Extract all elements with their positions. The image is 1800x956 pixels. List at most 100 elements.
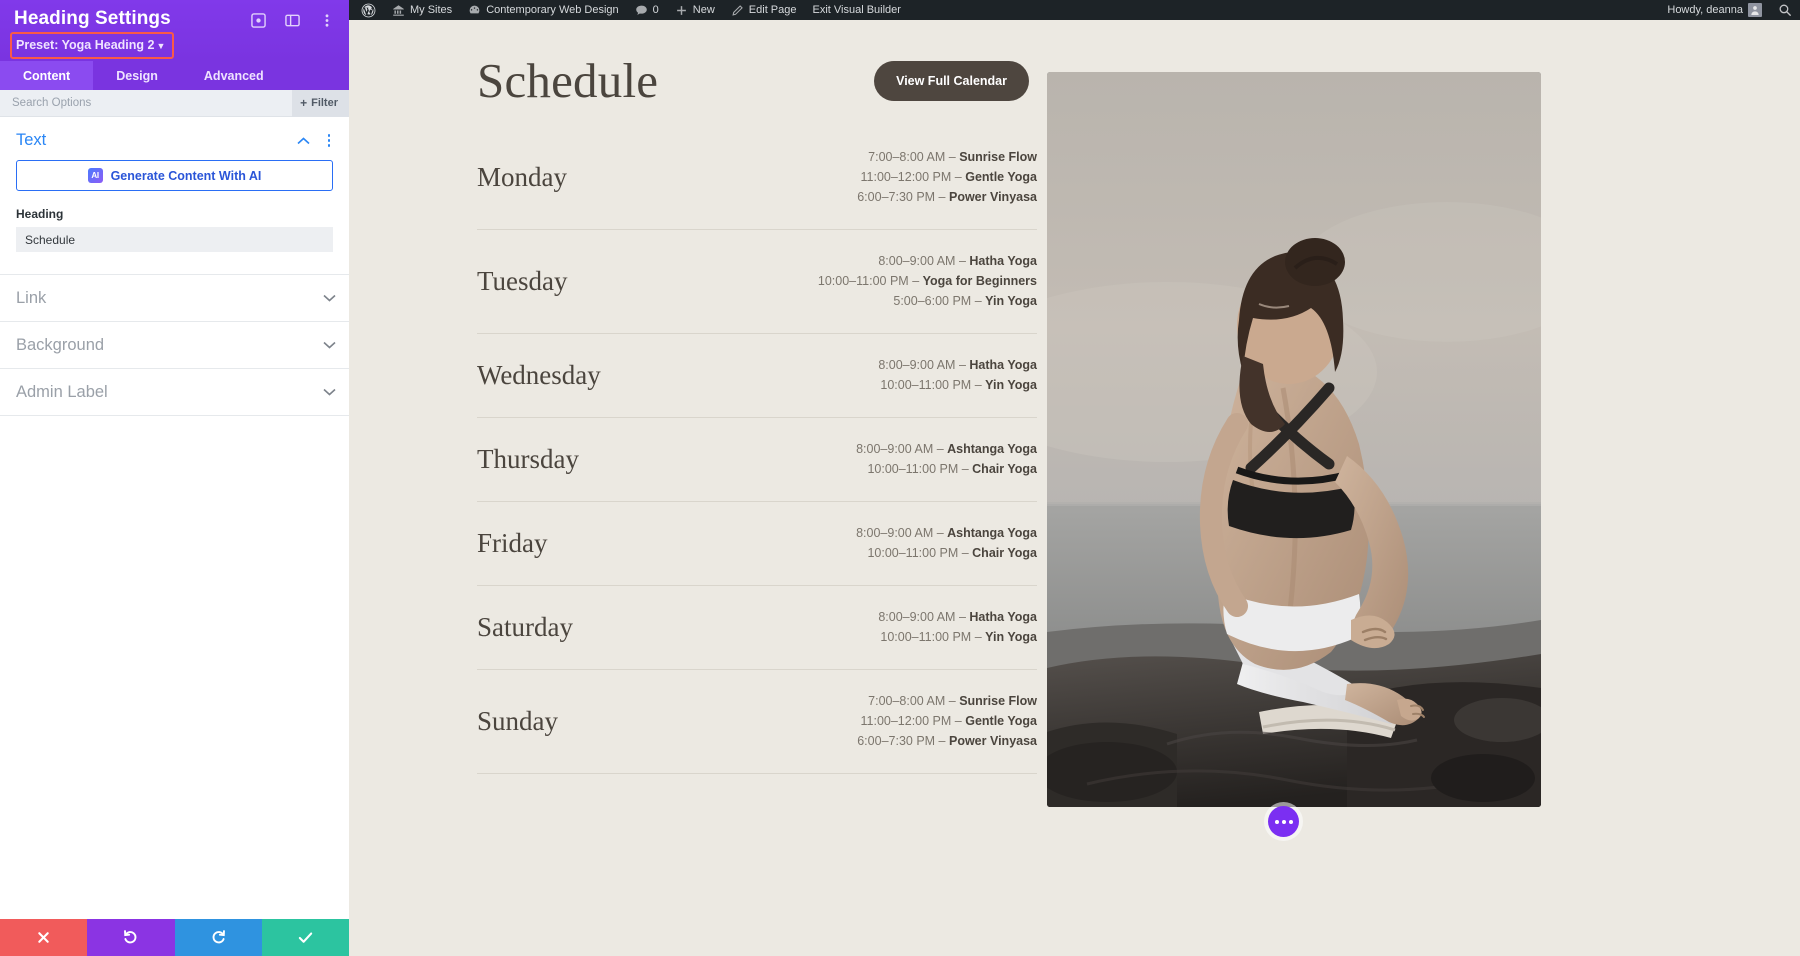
sites-icon [393, 4, 404, 16]
save-changes-button[interactable] [261, 919, 349, 956]
class-name: Yin Yoga [985, 630, 1037, 644]
search-icon [1779, 4, 1791, 16]
day-classes: 8:00–9:00 AM – Hatha Yoga 10:00–11:00 PM… [878, 355, 1037, 395]
section-options-icon[interactable] [321, 134, 337, 147]
class-time: 10:00–11:00 PM [817, 274, 909, 288]
class-name: Chair Yoga [972, 546, 1037, 560]
class-time: 8:00–9:00 AM [878, 254, 956, 268]
section-title-link: Link [16, 288, 47, 307]
view-full-calendar-button[interactable]: View Full Calendar [874, 60, 1029, 101]
admin-bar-new[interactable]: New [667, 0, 723, 20]
class-name: Power Vinyasa [948, 190, 1037, 204]
redo-icon [212, 930, 225, 944]
wordpress-logo-icon[interactable] [353, 0, 384, 20]
ai-button-label: Generate Content With AI [110, 168, 262, 183]
generate-content-with-ai-button[interactable]: AI Generate Content With AI [16, 160, 333, 191]
class-name: Hatha Yoga [969, 358, 1037, 372]
admin-bar-edit-page-label: Edit Page [748, 4, 797, 16]
class-name: Yin Yoga [985, 294, 1037, 308]
day-label: Saturday [477, 611, 573, 642]
class-entry: 8:00–9:00 AM – Hatha Yoga [878, 254, 1037, 268]
class-entry: 10:00–11:00 PM – Chair Yoga [867, 462, 1037, 476]
undo-button[interactable] [87, 919, 175, 956]
class-entry: 11:00–12:00 PM – Gentle Yoga [860, 714, 1038, 728]
layout-icon[interactable] [284, 12, 301, 29]
filter-label: Filter [311, 97, 338, 109]
class-time: 7:00–8:00 AM [868, 694, 946, 708]
filter-button[interactable]: + Filter [292, 89, 349, 117]
tab-advanced[interactable]: Advanced [181, 61, 287, 90]
page-title: Schedule [477, 53, 659, 108]
page-canvas: Schedule View Full Calendar Monday 7:00–… [349, 20, 1800, 956]
section-admin-label[interactable]: Admin Label [0, 369, 349, 416]
heading-field-group: Heading [0, 191, 349, 252]
class-name: Gentle Yoga [965, 714, 1037, 728]
class-time: 6:00–7:30 PM [857, 190, 936, 204]
discard-changes-button[interactable] [0, 919, 88, 956]
class-entry: 10:00–11:00 PM – Chair Yoga [867, 546, 1037, 560]
class-time: 7:00–8:00 AM [868, 150, 946, 164]
class-entry: 8:00–9:00 AM – Ashtanga Yoga [856, 526, 1037, 540]
day-label: Wednesday [477, 359, 601, 390]
class-entry: 11:00–12:00 PM – Gentle Yoga [860, 170, 1038, 184]
day-label: Thursday [477, 443, 579, 474]
day-label: Tuesday [477, 265, 568, 296]
class-time: 8:00–9:00 AM [878, 610, 956, 624]
chevron-down-icon [321, 290, 337, 306]
ellipsis-icon [1288, 819, 1293, 824]
kebab-menu-icon[interactable] [318, 12, 335, 29]
schedule-row-sunday: Sunday 7:00–8:00 AM – Sunrise Flow 11:00… [477, 691, 1037, 774]
admin-bar-account[interactable]: Howdy, deanna [1659, 0, 1770, 20]
page-settings-fab-button[interactable] [1268, 806, 1299, 837]
tab-content[interactable]: Content [0, 61, 94, 90]
class-name: Sunrise Flow [959, 150, 1037, 164]
panel-header: Heading Settings Preset: Yoga Heading 2 … [0, 0, 349, 61]
day-label: Monday [477, 161, 567, 192]
panel-tabs: Content Design Advanced [0, 61, 349, 90]
preset-selector[interactable]: Preset: Yoga Heading 2 ▼ [10, 32, 175, 59]
target-icon[interactable] [250, 12, 267, 29]
section-text-header: Text [0, 117, 349, 160]
chevron-down-icon: ▼ [156, 41, 166, 51]
class-entry: 7:00–8:00 AM – Sunrise Flow [868, 694, 1037, 708]
redo-button[interactable] [174, 919, 262, 956]
section-link[interactable]: Link [0, 275, 349, 322]
comment-icon [635, 5, 647, 15]
admin-bar-site-name[interactable]: Contemporary Web Design [460, 0, 626, 20]
admin-bar-new-label: New [692, 4, 715, 16]
admin-bar-site-name-label: Contemporary Web Design [486, 4, 619, 16]
day-label: Friday [477, 527, 548, 558]
admin-bar-edit-page[interactable]: Edit Page [723, 0, 805, 20]
plus-icon: + [300, 96, 308, 110]
day-classes: 7:00–8:00 AM – Sunrise Flow 11:00–12:00 … [857, 147, 1037, 207]
class-entry: 10:00–11:00 PM – Yin Yoga [880, 378, 1037, 392]
chevron-up-icon[interactable] [295, 133, 311, 149]
admin-bar-search[interactable] [1770, 0, 1800, 20]
ai-icon: AI [87, 168, 103, 183]
day-classes: 8:00–9:00 AM – Ashtanga Yoga 10:00–11:00… [856, 439, 1037, 479]
builder-viewport: My Sites Contemporary Web Design 0 New E… [349, 0, 1800, 956]
heading-input[interactable] [16, 227, 333, 252]
day-classes: 8:00–9:00 AM – Hatha Yoga 10:00–11:00 PM… [818, 251, 1037, 311]
class-entry: 6:00–7:30 PM – Power Vinyasa [857, 190, 1037, 204]
section-background[interactable]: Background [0, 322, 349, 369]
section-title-background: Background [16, 335, 105, 354]
admin-bar-exit-visual-builder-label: Exit Visual Builder [812, 4, 901, 16]
search-options-input[interactable] [12, 97, 293, 109]
class-name: Power Vinyasa [948, 734, 1037, 748]
chevron-down-icon [321, 337, 337, 353]
ellipsis-icon [1274, 819, 1279, 824]
admin-bar-my-sites[interactable]: My Sites [384, 0, 460, 20]
yoga-photo [1047, 72, 1541, 807]
tab-design[interactable]: Design [93, 61, 181, 90]
admin-bar-comments-count: 0 [652, 4, 659, 16]
class-time: 11:00–12:00 PM [860, 170, 952, 184]
class-entry: 8:00–9:00 AM – Ashtanga Yoga [856, 442, 1037, 456]
schedule-row-tuesday: Tuesday 8:00–9:00 AM – Hatha Yoga 10:00–… [477, 251, 1037, 334]
admin-bar-comments[interactable]: 0 [627, 0, 667, 20]
section-title-text: Text [16, 131, 47, 149]
admin-bar-exit-visual-builder[interactable]: Exit Visual Builder [805, 0, 909, 20]
dashboard-icon [469, 5, 480, 13]
chevron-down-icon [321, 384, 337, 400]
admin-bar-greeting: Howdy, deanna [1667, 4, 1743, 16]
